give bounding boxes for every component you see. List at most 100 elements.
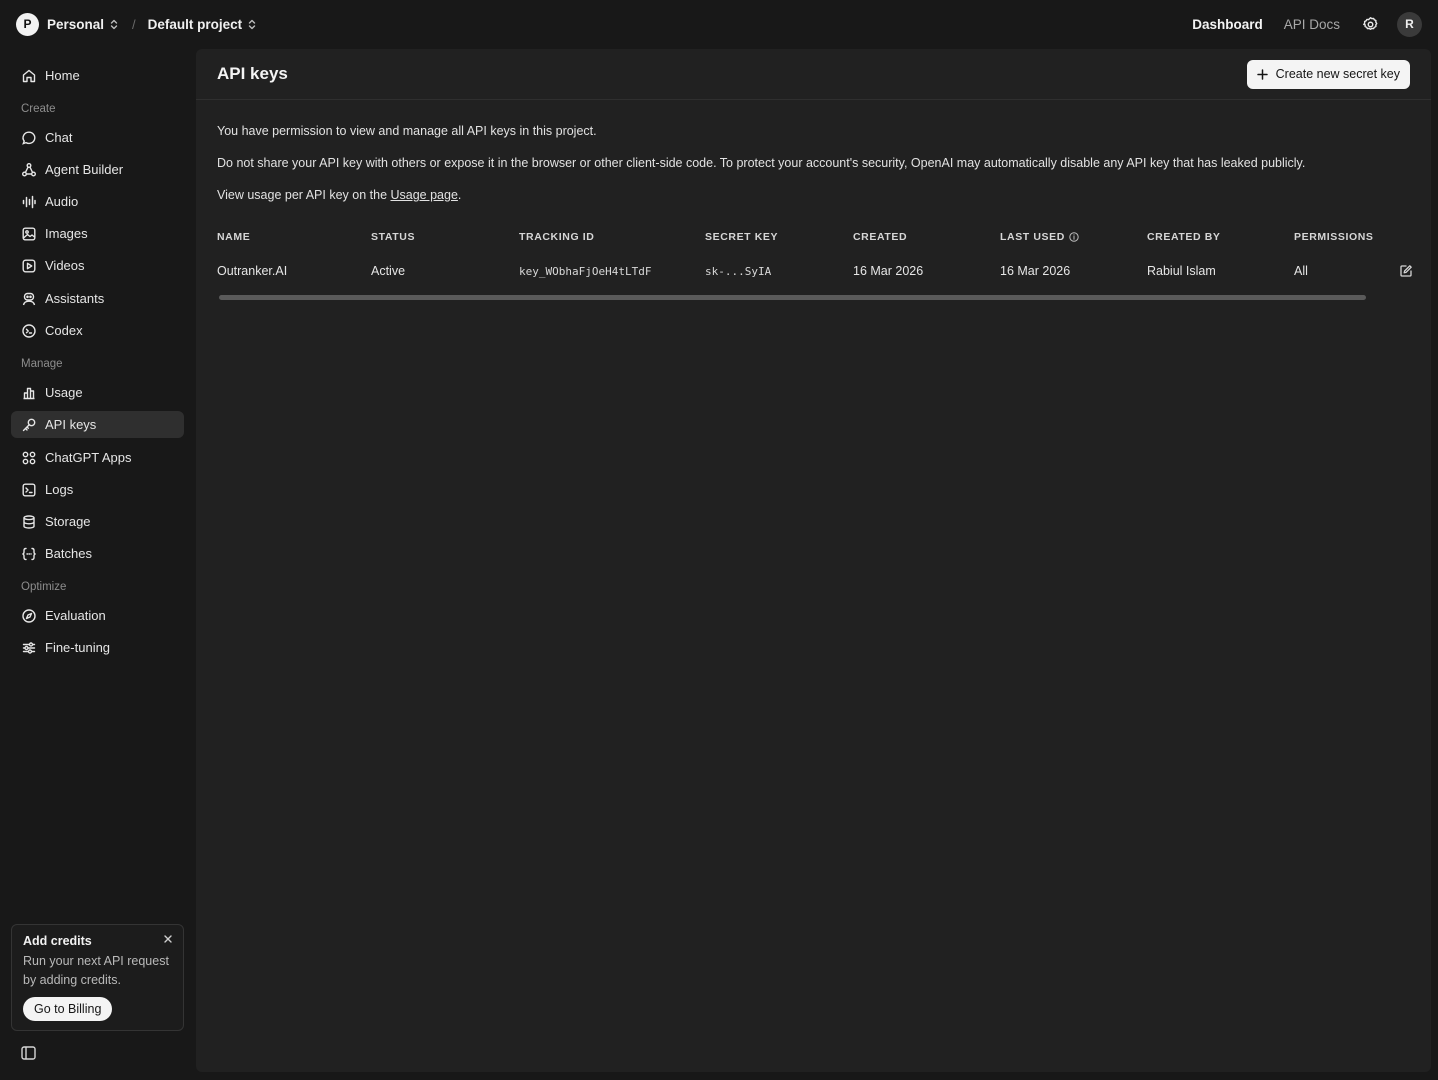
credits-text-line: by adding credits. bbox=[23, 973, 121, 987]
sidebar: Home Create Chat Agent Builder Audio Ima… bbox=[0, 48, 195, 1080]
sidebar-item-label: Videos bbox=[45, 258, 85, 273]
user-avatar[interactable]: R bbox=[1397, 11, 1422, 37]
sidebar-item-label: Storage bbox=[45, 514, 91, 529]
column-header-status: STATUS bbox=[371, 231, 416, 243]
sidebar-item-label: Audio bbox=[45, 194, 79, 209]
org-avatar[interactable]: P bbox=[16, 12, 39, 36]
cell-created: 16 Mar 2026 bbox=[853, 264, 924, 278]
usage-text-prefix: View usage per API key on the bbox=[217, 188, 391, 202]
warning-text: Do not share your API key with others or… bbox=[217, 156, 1306, 170]
cell-last-used: 16 Mar 2026 bbox=[1000, 264, 1071, 278]
sidebar-item-label: Usage bbox=[45, 385, 83, 400]
usage-text-suffix: . bbox=[457, 188, 462, 202]
page-header: API keys Create new secret key bbox=[196, 49, 1431, 100]
project-switcher[interactable]: Default project bbox=[148, 17, 257, 32]
column-header-name: NAME bbox=[217, 231, 251, 243]
create-secret-key-label: Create new secret key bbox=[1275, 67, 1400, 81]
credits-text-line: Run your next API request bbox=[23, 954, 169, 968]
cell-tracking-id: key_WObhaFjOeH4tLTdF bbox=[519, 265, 652, 278]
sidebar-item-codex[interactable]: Codex bbox=[11, 317, 184, 344]
usage-page-link[interactable]: Usage page bbox=[391, 188, 458, 202]
org-name: Personal bbox=[47, 16, 105, 32]
column-header-last-used: LAST USED bbox=[1000, 231, 1079, 243]
column-header-created: CREATED bbox=[853, 231, 908, 243]
compass-icon bbox=[22, 608, 36, 623]
terminal-icon bbox=[22, 323, 36, 338]
add-credits-card: Add credits Run your next API request by… bbox=[11, 924, 184, 1031]
sidebar-section-create: Create bbox=[21, 103, 56, 115]
column-header-permissions: PERMISSIONS bbox=[1294, 231, 1374, 243]
sidebar-item-api-keys[interactable]: API keys bbox=[11, 411, 184, 438]
assistant-icon bbox=[22, 292, 36, 305]
sidebar-item-label: Images bbox=[45, 226, 88, 241]
plus-icon bbox=[1256, 68, 1268, 80]
sidebar-item-evaluation[interactable]: Evaluation bbox=[11, 602, 184, 629]
info-icon[interactable] bbox=[1069, 232, 1079, 242]
braces-icon bbox=[22, 547, 36, 560]
cell-name: Outranker.AI bbox=[217, 264, 288, 278]
sidebar-item-label: Evaluation bbox=[45, 608, 106, 623]
create-secret-key-button[interactable]: Create new secret key bbox=[1246, 59, 1410, 89]
breadcrumb-separator: / bbox=[132, 16, 136, 32]
cell-created-by: Rabiul Islam bbox=[1147, 264, 1216, 278]
gear-icon[interactable] bbox=[1359, 13, 1381, 35]
chevron-up-down-icon bbox=[248, 19, 256, 30]
sidebar-item-usage[interactable]: Usage bbox=[11, 379, 184, 406]
sidebar-item-label: API keys bbox=[45, 417, 97, 432]
sidebar-item-label: Codex bbox=[45, 323, 83, 338]
image-icon bbox=[22, 227, 36, 241]
credits-text: Run your next API request by adding cred… bbox=[23, 952, 172, 990]
sidebar-item-audio[interactable]: Audio bbox=[11, 188, 184, 215]
sidebar-item-videos[interactable]: Videos bbox=[11, 252, 184, 279]
sidebar-item-label: ChatGPT Apps bbox=[45, 450, 132, 465]
cell-permissions: All bbox=[1294, 264, 1308, 278]
home-icon bbox=[22, 69, 36, 82]
org-switcher[interactable]: Personal bbox=[47, 17, 118, 32]
sidebar-item-batches[interactable]: Batches bbox=[11, 540, 184, 567]
sidebar-item-chatgpt-apps[interactable]: ChatGPT Apps bbox=[11, 444, 184, 471]
sidebar-item-images[interactable]: Images bbox=[11, 220, 184, 247]
chat-bubble-icon bbox=[22, 130, 36, 145]
column-header-label: LAST USED bbox=[1000, 231, 1065, 243]
sidebar-item-label: Logs bbox=[45, 482, 74, 497]
close-icon[interactable] bbox=[163, 934, 173, 944]
sidebar-item-fine-tuning[interactable]: Fine-tuning bbox=[11, 634, 184, 661]
column-header-secret-key: SECRET KEY bbox=[705, 231, 779, 243]
project-name: Default project bbox=[147, 16, 243, 32]
logs-icon bbox=[22, 483, 36, 497]
dashboard-link[interactable]: Dashboard bbox=[1192, 17, 1263, 32]
sidebar-item-logs[interactable]: Logs bbox=[11, 476, 184, 503]
column-header-created-by: CREATED BY bbox=[1147, 231, 1221, 243]
cell-status: Active bbox=[371, 264, 406, 278]
sliders-icon bbox=[22, 641, 36, 654]
edit-icon[interactable] bbox=[1399, 264, 1413, 278]
sidebar-toggle-icon[interactable] bbox=[21, 1046, 36, 1060]
bar-chart-icon bbox=[23, 387, 35, 399]
sidebar-item-storage[interactable]: Storage bbox=[11, 508, 184, 535]
top-bar: P Personal / Default project Dashboard A… bbox=[0, 0, 1438, 48]
sidebar-item-chat[interactable]: Chat bbox=[11, 124, 184, 151]
play-icon bbox=[22, 259, 36, 273]
sidebar-item-home[interactable]: Home bbox=[11, 62, 184, 89]
credits-title: Add credits bbox=[23, 934, 92, 948]
usage-text: View usage per API key on the Usage page… bbox=[217, 188, 461, 202]
key-icon bbox=[22, 418, 36, 431]
go-to-billing-button[interactable]: Go to Billing bbox=[23, 997, 113, 1021]
sidebar-item-label: Assistants bbox=[45, 291, 105, 306]
sidebar-section-optimize: Optimize bbox=[21, 581, 67, 593]
column-header-tracking-id: TRACKING ID bbox=[519, 231, 595, 243]
sidebar-item-assistants[interactable]: Assistants bbox=[11, 285, 184, 312]
sidebar-item-label: Home bbox=[45, 68, 80, 83]
api-docs-link[interactable]: API Docs bbox=[1284, 17, 1340, 32]
sidebar-section-manage: Manage bbox=[21, 358, 63, 370]
sidebar-item-label: Chat bbox=[45, 130, 73, 145]
sidebar-item-label: Agent Builder bbox=[45, 162, 124, 177]
cell-secret-key: sk-...SyIA bbox=[705, 265, 772, 278]
top-nav: Dashboard API Docs R bbox=[1171, 11, 1422, 37]
sidebar-item-agent-builder[interactable]: Agent Builder bbox=[11, 156, 184, 183]
database-icon bbox=[23, 514, 35, 529]
agent-flow-icon bbox=[22, 162, 36, 176]
sidebar-item-label: Batches bbox=[45, 546, 92, 561]
page-title: API keys bbox=[217, 64, 288, 83]
horizontal-scrollbar[interactable] bbox=[219, 295, 1366, 300]
